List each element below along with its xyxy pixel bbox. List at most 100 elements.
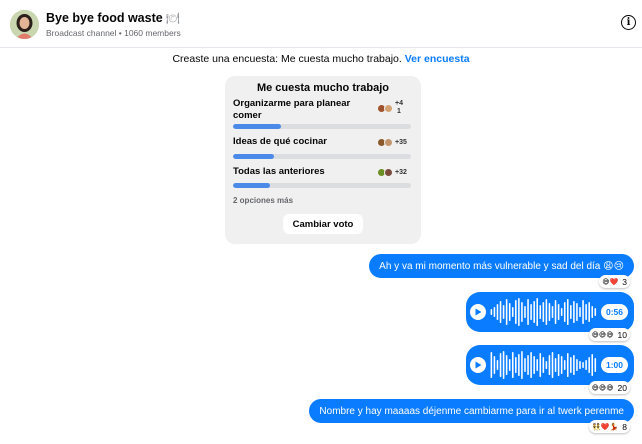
- waveform-bar: [557, 304, 560, 320]
- poll-option-3-bar: [233, 183, 411, 188]
- waveform-bar: [591, 354, 594, 376]
- channel-avatar[interactable]: [10, 10, 39, 39]
- waveform[interactable]: [490, 296, 597, 328]
- waveform-bar: [545, 361, 548, 369]
- waveform-bar: [527, 355, 529, 375]
- poll-option-2-voters[interactable]: +35: [377, 138, 407, 147]
- reaction-count: 3: [622, 276, 627, 287]
- waveform-bar: [545, 299, 548, 325]
- channel-title: Bye bye food waste 🍽: [46, 11, 180, 25]
- waveform-bar: [505, 355, 508, 375]
- waveform-bar: [582, 362, 584, 368]
- waveform-bar: [585, 304, 587, 320]
- poll-created-notice: Creaste una encuesta: Me cuesta mucho tr…: [0, 53, 642, 65]
- voter-avatar: [384, 103, 393, 113]
- more-options-label[interactable]: 2 opciones más: [233, 196, 293, 205]
- reaction-emojis: 😅😅😅: [591, 384, 614, 392]
- poll-option-3-count: +32: [395, 168, 407, 176]
- waveform-bar: [533, 301, 535, 323]
- waveform-bar: [508, 303, 511, 321]
- waveform-bar: [554, 358, 557, 372]
- channel-title-text: Bye bye food waste: [46, 11, 163, 25]
- waveform-bar: [530, 304, 532, 320]
- waveform-bar: [576, 359, 578, 371]
- waveform-bar: [496, 304, 499, 320]
- waveform-bar: [594, 358, 597, 372]
- waveform-bar: [505, 299, 508, 325]
- waveform-bar: [573, 301, 575, 323]
- waveform-bar: [560, 356, 563, 374]
- waveform-bar: [573, 355, 575, 375]
- waveform-bar: [499, 301, 502, 323]
- waveform-bar: [542, 357, 545, 373]
- waveform-bar: [588, 357, 590, 373]
- poll-option-3-voters[interactable]: +32: [377, 168, 407, 177]
- waveform-bar: [588, 302, 590, 322]
- waveform-bar: [563, 302, 566, 322]
- poll-option-2-count: +35: [395, 138, 407, 146]
- waveform-bar: [594, 308, 597, 316]
- reaction-emojis: 👯❤️💃: [592, 423, 619, 431]
- waveform-bar: [524, 358, 526, 372]
- waveform-bar: [563, 360, 566, 370]
- reaction-bar[interactable]: 😅😅😅 10: [588, 328, 630, 341]
- waveform-bar: [539, 305, 542, 319]
- poll-title: Me cuesta mucho trabajo: [256, 82, 390, 94]
- waveform-bar: [515, 300, 517, 324]
- poll-option-1-label[interactable]: Organizarme para planear comer: [233, 98, 373, 122]
- waveform-bar: [567, 299, 569, 325]
- waveform-bar: [557, 354, 560, 376]
- poll-option-2-fill: [233, 154, 274, 159]
- reaction-count: 10: [617, 329, 627, 340]
- waveform-bar: [536, 298, 538, 326]
- reaction-count: 20: [617, 382, 627, 393]
- poll-option-2-bar: [233, 154, 411, 159]
- message-bubble[interactable]: Ah y va mi momento más vulnerable y sad …: [369, 254, 634, 278]
- waveform-bar: [582, 300, 584, 324]
- reaction-emojis: 😅❤️: [602, 278, 619, 286]
- waveform-bar: [502, 305, 505, 319]
- waveform-bar: [490, 352, 493, 378]
- view-poll-link[interactable]: Ver encuesta: [405, 53, 470, 65]
- waveform-bar: [536, 359, 538, 371]
- waveform-bar: [560, 308, 563, 316]
- waveform-bar: [579, 307, 581, 317]
- change-vote-button[interactable]: Cambiar voto: [283, 214, 363, 234]
- poll-option-2-label[interactable]: Ideas de qué cocinar: [233, 136, 373, 148]
- waveform[interactable]: [490, 349, 597, 381]
- waveform-bar: [530, 352, 532, 378]
- channel-header: Bye bye food waste 🍽 Broadcast channel • …: [0, 0, 642, 48]
- waveform-bar: [551, 352, 554, 378]
- reaction-bar[interactable]: 👯❤️💃 8: [589, 420, 630, 433]
- poll-created-text: Creaste una encuesta: Me cuesta mucho tr…: [172, 53, 402, 65]
- reaction-emojis: 😅😅😅: [591, 331, 614, 339]
- play-icon[interactable]: [470, 304, 486, 320]
- waveform-bar: [508, 359, 511, 371]
- waveform-bar: [490, 309, 493, 315]
- reaction-bar[interactable]: 😅😅😅 20: [588, 381, 630, 394]
- waveform-bar: [493, 356, 496, 374]
- message-text: Nombre y hay maaaas déjenme cambiarme pa…: [319, 405, 624, 417]
- message-bubble[interactable]: Nombre y hay maaaas déjenme cambiarme pa…: [309, 399, 634, 423]
- waveform-bar: [524, 306, 526, 318]
- waveform-bar: [551, 306, 554, 318]
- poll-option-1-voters[interactable]: +4 1: [377, 100, 403, 116]
- waveform-bar: [521, 302, 523, 322]
- message-text: Ah y va mi momento más vulnerable y sad …: [379, 260, 624, 272]
- poll-option-1-count: +4 1: [395, 100, 403, 115]
- play-icon[interactable]: [470, 357, 486, 373]
- voice-duration: 0:56: [600, 304, 628, 320]
- waveform-bar: [518, 354, 520, 376]
- info-icon[interactable]: i: [621, 15, 636, 30]
- reaction-bar[interactable]: 😅❤️ 3: [599, 275, 630, 288]
- voice-message: 0:56: [466, 292, 634, 332]
- waveform-bar: [527, 299, 529, 325]
- voter-avatar: [384, 168, 393, 177]
- waveform-bar: [518, 298, 520, 326]
- plate-icon: 🍽: [165, 13, 180, 25]
- waveform-bar: [591, 306, 594, 318]
- poll-option-3-label[interactable]: Todas las anteriores: [233, 166, 373, 178]
- waveform-bar: [502, 351, 505, 379]
- waveform-bar: [511, 352, 514, 378]
- waveform-bar: [493, 307, 496, 317]
